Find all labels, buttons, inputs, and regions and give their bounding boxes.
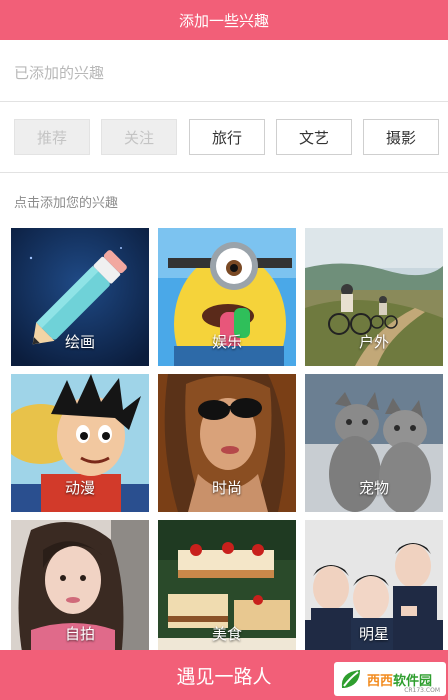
- added-interests-field[interactable]: 已添加的兴趣: [0, 44, 448, 102]
- page-title: 添加一些兴趣: [178, 11, 269, 30]
- interest-tile-food[interactable]: 美食: [158, 520, 296, 658]
- interest-tile-fashion[interactable]: 时尚: [158, 374, 296, 512]
- watermark-site: CR173.COM: [404, 687, 440, 694]
- added-interests-placeholder: 已添加的兴趣: [14, 64, 105, 82]
- interest-tile-anime[interactable]: 动漫: [11, 374, 149, 512]
- leaf-logo-icon: [341, 670, 360, 688]
- interest-label: 美食: [211, 625, 242, 643]
- interest-label: 户外: [358, 333, 389, 351]
- interest-label: 动漫: [64, 479, 95, 497]
- tag-travel[interactable]: 旅行: [189, 119, 265, 155]
- interest-tile-entertainment[interactable]: 娱乐: [158, 228, 296, 366]
- tag-literature[interactable]: 文艺: [276, 119, 352, 155]
- interest-label: 明星: [358, 625, 389, 643]
- interest-tile-selfie[interactable]: 自拍: [11, 520, 149, 658]
- interest-tile-painting[interactable]: 绘画: [11, 228, 149, 366]
- interest-label: 宠物: [358, 479, 389, 497]
- tag-recommend[interactable]: 推荐: [14, 119, 90, 155]
- meet-button-label: 遇见一路人: [176, 665, 272, 688]
- interest-tile-pets[interactable]: 宠物: [305, 374, 443, 512]
- page-header: 添加一些兴趣: [0, 0, 448, 40]
- tag-follow[interactable]: 关注: [101, 119, 177, 155]
- category-tag-row: 推荐 关注 旅行 文艺 摄影: [0, 103, 448, 173]
- section-label: 点击添加您的兴趣: [14, 196, 119, 211]
- interest-label: 时尚: [211, 479, 242, 497]
- watermark-brand-a: 西西: [367, 673, 394, 689]
- interest-label: 自拍: [64, 625, 95, 643]
- interest-label: 绘画: [64, 333, 95, 351]
- watermark-logo: 西西软件园 CR173.COM: [334, 662, 446, 696]
- interest-tile-outdoor[interactable]: 户外: [305, 228, 443, 366]
- tag-photography[interactable]: 摄影: [363, 119, 439, 155]
- interest-label: 娱乐: [211, 333, 242, 351]
- interest-tile-celebrities[interactable]: 明星: [305, 520, 443, 658]
